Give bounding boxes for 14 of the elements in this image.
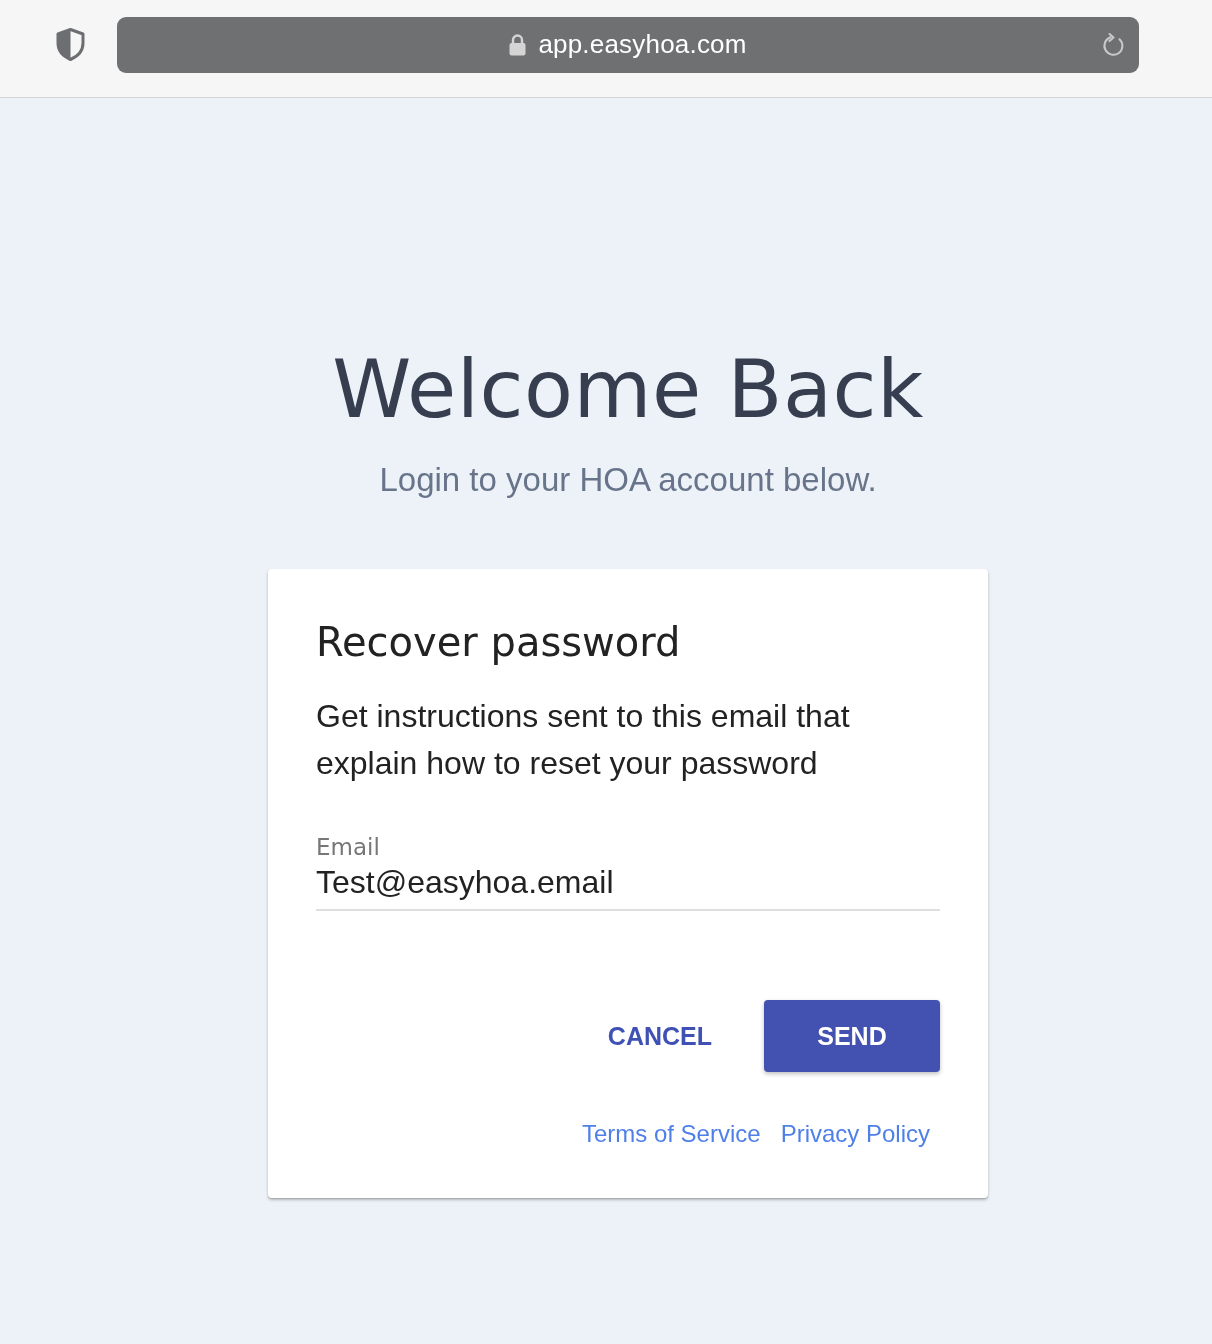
email-label: Email — [316, 833, 380, 861]
reload-icon[interactable] — [1102, 32, 1126, 58]
send-button[interactable]: SEND — [764, 1000, 940, 1072]
email-field[interactable]: Test@easyhoa.email — [316, 861, 940, 911]
page-subtitle: Login to your HOA account below. — [379, 460, 877, 500]
cancel-button[interactable]: CANCEL — [583, 1000, 736, 1072]
footer-link[interactable]: Privacy Policy — [780, 1118, 930, 1150]
card-description: Get instructions sent to this email that explain how to reset your password — [316, 697, 851, 783]
shield-icon[interactable] — [56, 28, 85, 61]
footer-link[interactable]: Terms of Service — [581, 1118, 761, 1150]
card-title: Recover password — [316, 618, 682, 667]
url-text: app.easyhoa.com — [538, 29, 747, 60]
page-title: Welcome Back — [332, 342, 924, 438]
address-bar[interactable]: app.easyhoa.com — [117, 16, 1139, 73]
